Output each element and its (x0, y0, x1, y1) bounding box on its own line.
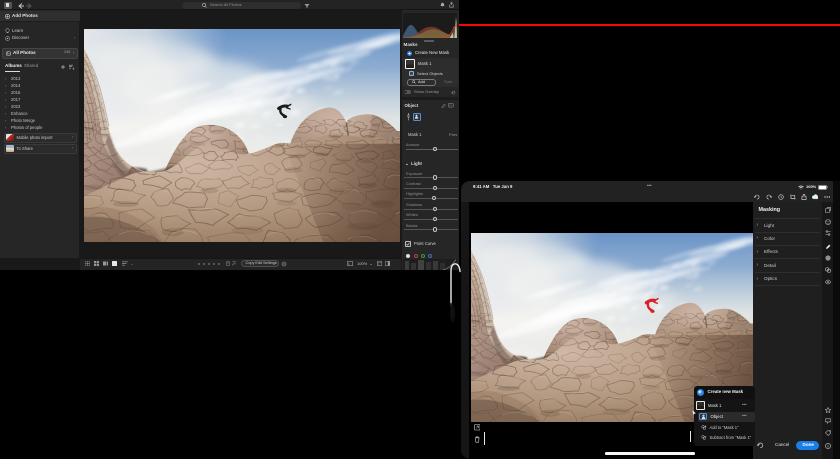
svg-text:F: F (348, 262, 350, 266)
